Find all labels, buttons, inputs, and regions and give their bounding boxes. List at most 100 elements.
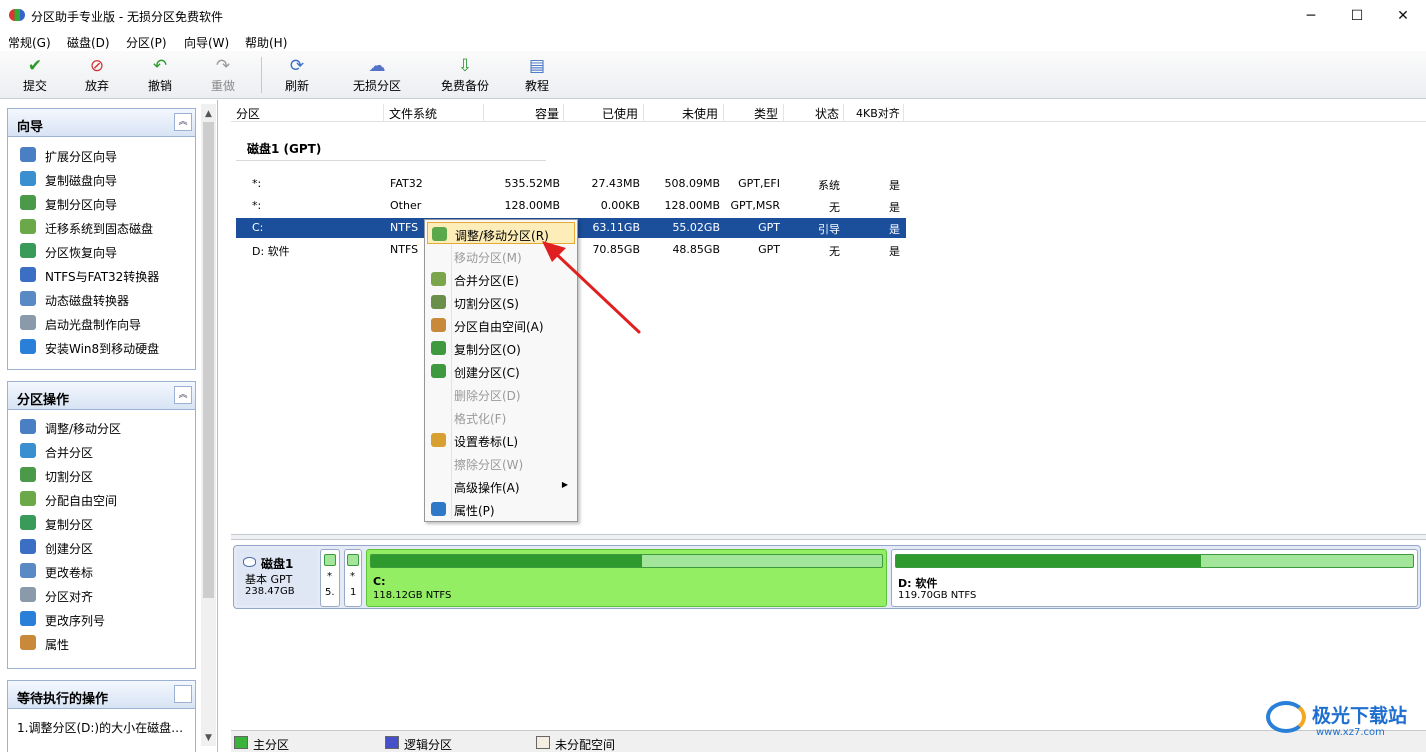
free-backup-button[interactable]: ⇩ 免费备份 [435, 53, 495, 97]
menu-wizard[interactable]: 向导(W) [184, 34, 229, 51]
pending-op-item: 1.调整分区(D:)的大小在磁盘… [17, 721, 184, 735]
partition-op-item[interactable]: 调整/移动分区 [8, 415, 195, 439]
menu-bar: 常规(G) 磁盘(D) 分区(P) 向导(W) 帮助(H) [0, 31, 1426, 51]
disk-info[interactable]: 磁盘1 基本 GPT 238.47GB [237, 549, 317, 605]
wizard-item[interactable]: 迁移系统到固态磁盘 [8, 215, 195, 239]
wizard-item[interactable]: 动态磁盘转换器 [8, 287, 195, 311]
wizard-item[interactable]: NTFS与FAT32转换器 [8, 263, 195, 287]
context-menu-item-icon [431, 341, 446, 355]
wizard-item[interactable]: 启动光盘制作向导 [8, 311, 195, 335]
primary-partition-swatch [234, 736, 248, 749]
partition-ops-header: 分区操作 ︽ [8, 382, 195, 410]
tutorial-icon: ▤ [528, 56, 546, 76]
wizard-item-icon [20, 291, 36, 306]
cell-free: 508.09MB [664, 177, 720, 190]
cell-free: 48.85GB [672, 243, 720, 256]
context-menu-item: 格式化(F) [427, 406, 575, 428]
collapse-chevron-icon[interactable] [174, 685, 192, 703]
wizard-item[interactable]: 复制分区向导 [8, 191, 195, 215]
redo-button[interactable]: ↷ 重做 [202, 53, 244, 97]
scroll-up-icon[interactable]: ▲ [201, 106, 216, 122]
usage-bar-fill [896, 555, 1202, 567]
disk-map-small-partition[interactable]: * 1 [344, 549, 362, 607]
wizard-list: 扩展分区向导 复制磁盘向导 复制分区向导迁移系统到固态磁盘分区恢复向导 NTFS与FA… [8, 137, 195, 359]
cell-align: 是 [889, 201, 900, 214]
table-row[interactable]: *: FAT32 535.52MB 27.43MB 508.09MB GPT,EFI 系统 是 [236, 174, 906, 194]
submit-button[interactable]: ✔ 提交 [14, 53, 56, 97]
cell-fs: FAT32 [390, 177, 423, 190]
context-menu-item[interactable]: 高级操作(A) ▶ [427, 475, 575, 497]
wizard-item-label: 安装Win8到移动硬盘 [45, 342, 160, 356]
column-type[interactable]: 类型 [754, 105, 778, 122]
sidebar-scroll-thumb[interactable] [203, 122, 214, 598]
disk-icon [243, 557, 256, 567]
partition-op-item[interactable]: 更改卷标 [8, 559, 195, 583]
partition-op-item[interactable]: 更改序列号 [8, 607, 195, 631]
context-menu-item[interactable]: 复制分区(O) [427, 337, 575, 359]
context-menu-item[interactable]: 创建分区(C) [427, 360, 575, 382]
wizard-panel: 向导 ︽ 扩展分区向导 复制磁盘向导 复制分区向导 迁移系统到固态磁盘 分区恢复向导 NT… [7, 108, 196, 370]
partition-op-item-icon [20, 563, 36, 578]
usage-bar [370, 554, 883, 568]
column-status[interactable]: 状态 [815, 105, 839, 122]
discard-button[interactable]: ⊘ 放弃 [76, 53, 118, 97]
wizard-item[interactable]: 复制磁盘向导 [8, 167, 195, 191]
partition-op-item[interactable]: 切割分区 [8, 463, 195, 487]
partition-op-item-icon [20, 635, 36, 650]
column-capacity[interactable]: 容量 [535, 105, 559, 122]
disk-map-partition-d[interactable]: D: 软件 119.70GB NTFS [891, 549, 1418, 607]
partition-ops-panel: 分区操作 ︽ 调整/移动分区合并分区切割分区 分配自由空间 复制分区 创建分区更改卷标… [7, 381, 196, 669]
partition-op-item[interactable]: 分区对齐 [8, 583, 195, 607]
partition-op-item[interactable]: 复制分区 [8, 511, 195, 535]
status-bar: 主分区 逻辑分区 未分配空间 [231, 730, 1426, 752]
lossless-partition-button[interactable]: ☁ 无损分区 [347, 53, 407, 97]
tutorial-button[interactable]: ▤ 教程 [517, 53, 557, 97]
partition-op-item-label: 更改卷标 [45, 566, 94, 580]
column-partition[interactable]: 分区 [236, 105, 260, 122]
partition-op-item[interactable]: 属性 [8, 631, 195, 655]
disk-map-partition-c[interactable]: C: 118.12GB NTFS [366, 549, 887, 607]
column-unused[interactable]: 未使用 [682, 105, 718, 122]
context-menu-item-label: 擦除分区(W) [454, 458, 524, 472]
cell-align: 是 [889, 179, 900, 192]
wizard-item-icon [20, 267, 36, 282]
refresh-button[interactable]: ⟳ 刷新 [276, 53, 318, 97]
wizard-item-label: 迁移系统到固态磁盘 [45, 222, 154, 236]
context-menu-item[interactable]: 设置卷标(L) [427, 429, 575, 451]
disk-map-small-partition[interactable]: * 5. [320, 549, 340, 607]
partition-op-item[interactable]: 合并分区 [8, 439, 195, 463]
minimize-button[interactable]: ─ [1288, 0, 1334, 31]
close-button[interactable]: ✕ [1380, 0, 1426, 31]
wizard-item[interactable]: 扩展分区向导 [8, 143, 195, 167]
context-menu-item-icon [431, 295, 446, 309]
maximize-button[interactable]: ☐ [1334, 0, 1380, 31]
partition-op-item-label: 合并分区 [45, 446, 94, 460]
cell-used: 27.43MB [591, 177, 640, 190]
pane-splitter[interactable] [231, 534, 1426, 540]
wizard-item[interactable]: 安装Win8到移动硬盘 [8, 335, 195, 359]
scroll-down-icon[interactable]: ▼ [201, 730, 216, 746]
context-menu-item[interactable]: 属性(P) [427, 498, 575, 520]
partition-op-item[interactable]: 分配自由空间 [8, 487, 195, 511]
collapse-chevron-icon[interactable]: ︽ [174, 113, 192, 131]
collapse-chevron-icon[interactable]: ︽ [174, 386, 192, 404]
wizard-item-icon [20, 339, 36, 354]
watermark: 极光下载站 www.xz7.com [1264, 697, 1424, 747]
pending-ops-panel: 等待执行的操作 1.调整分区(D:)的大小在磁盘… [7, 680, 196, 752]
menu-partition[interactable]: 分区(P) [126, 34, 167, 51]
column-used[interactable]: 已使用 [602, 105, 638, 122]
menu-general[interactable]: 常规(G) [8, 34, 51, 51]
table-row[interactable]: *: Other 128.00MB 0.00KB 128.00MB GPT,MSR 无 是 [236, 196, 906, 216]
disk-map: 磁盘1 基本 GPT 238.47GB * 5. * 1 C: 118.12GB… [233, 545, 1421, 609]
partition-op-item[interactable]: 创建分区 [8, 535, 195, 559]
column-4kb-align[interactable]: 4KB对齐 [856, 105, 900, 121]
undo-button[interactable]: ↶ 撤销 [139, 53, 181, 97]
cell-name: *: [252, 199, 262, 212]
menu-disk[interactable]: 磁盘(D) [67, 34, 110, 51]
column-filesystem[interactable]: 文件系统 [389, 105, 437, 122]
context-menu-item-label: 创建分区(C) [454, 366, 520, 380]
menu-help[interactable]: 帮助(H) [245, 34, 287, 51]
cell-type: GPT,MSR [730, 199, 781, 212]
redo-icon: ↷ [215, 56, 231, 76]
wizard-item[interactable]: 分区恢复向导 [8, 239, 195, 263]
